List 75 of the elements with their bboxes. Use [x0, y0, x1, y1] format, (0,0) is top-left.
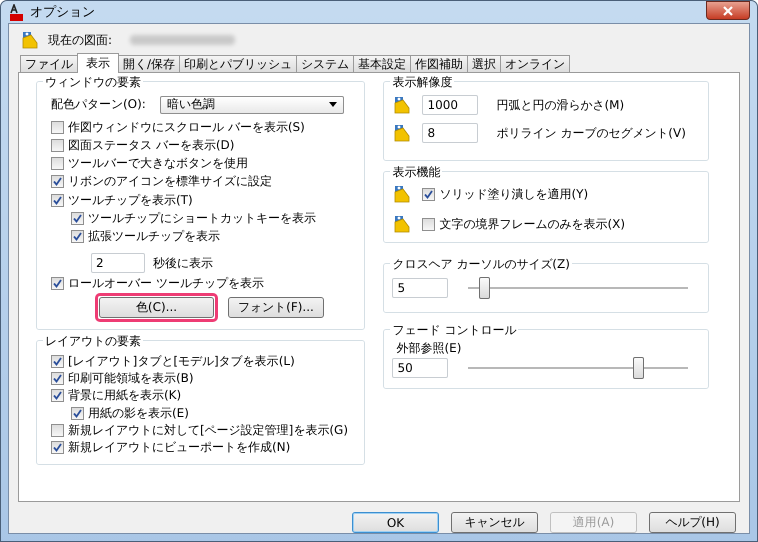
checkbox-label[interactable]: ツールチップにショートカットキーを表示	[88, 210, 316, 227]
number-field[interactable]: 8	[422, 123, 478, 143]
checkbox[interactable]	[51, 194, 64, 207]
dialog-button[interactable]: キャンセル	[451, 512, 538, 533]
number-field[interactable]: 50	[392, 358, 448, 378]
dialog-button[interactable]: フォント(F)...	[228, 296, 324, 318]
checkbox-label[interactable]: 新規レイアウトに対して[ページ設定管理]を表示(G)	[68, 422, 348, 439]
group-title: 表示機能	[390, 164, 442, 181]
drawing-setting-icon	[394, 215, 410, 233]
window-title: オプション	[30, 4, 95, 21]
checkbox[interactable]	[51, 372, 64, 386]
checkbox[interactable]	[51, 277, 64, 290]
field-label: ポリライン カーブのセグメント(V)	[496, 124, 686, 142]
tab[interactable]: 印刷とパブリッシュ	[179, 55, 298, 72]
checkbox[interactable]	[51, 175, 64, 188]
current-drawing-label: 現在の図面:	[48, 32, 112, 48]
checkbox[interactable]	[51, 440, 64, 454]
tab[interactable]: 基本設定	[353, 55, 412, 72]
field-label: 外部参照(E)	[395, 340, 462, 357]
tab[interactable]: 作図補助	[410, 55, 468, 72]
number-field[interactable]: 5	[392, 278, 448, 298]
slider-thumb[interactable]	[632, 356, 644, 378]
checkbox-label[interactable]: リボンのアイコンを標準サイズに設定	[68, 173, 272, 190]
checkbox-label[interactable]: ツールバーで大きなボタンを使用	[68, 155, 248, 172]
checkbox[interactable]	[71, 230, 84, 244]
checkbox[interactable]	[71, 212, 84, 225]
drawing-setting-icon	[394, 124, 410, 142]
group-title: レイアウトの要素	[43, 333, 143, 350]
checkbox[interactable]	[51, 120, 64, 134]
group-title: クロスヘア カーソルのサイズ(Z)	[390, 256, 572, 273]
tab[interactable]: 選択	[467, 55, 502, 72]
dialog-button[interactable]: OK	[352, 512, 439, 533]
tab[interactable]: システム	[296, 55, 354, 72]
tab[interactable]: オンライン	[500, 55, 570, 72]
color-scheme-dropdown[interactable]: 暗い色調	[160, 96, 344, 114]
group-title: 表示解像度	[390, 74, 454, 91]
checkbox-label[interactable]: 背景に用紙を表示(K)	[68, 387, 182, 404]
group-title: ウィンドウの要素	[43, 74, 143, 91]
close-icon	[722, 6, 734, 16]
number-field[interactable]: 2	[91, 253, 145, 274]
drawing-setting-icon	[22, 31, 38, 49]
dropdown-arrow-icon	[328, 102, 337, 108]
number-field[interactable]: 1000	[422, 95, 478, 115]
slider-thumb[interactable]	[478, 276, 490, 298]
checkbox[interactable]	[422, 218, 436, 230]
checkbox-label[interactable]: 文字の境界フレームのみを表示(X)	[439, 216, 626, 232]
checkbox-label[interactable]: 新規レイアウトにビューポートを作成(N)	[68, 438, 290, 456]
checkbox[interactable]	[51, 424, 64, 437]
checkbox-label[interactable]: [レイアウト]タブと[モデル]タブを表示(L)	[68, 353, 295, 370]
checkbox-label[interactable]: 作図ウィンドウにスクロール バーを表示(S)	[68, 118, 305, 136]
dialog-button[interactable]: ヘルプ(H)	[649, 512, 736, 533]
checkbox-label[interactable]: 拡張ツールチップを表示	[88, 228, 220, 246]
checkbox-label[interactable]: ツールチップを表示(T)	[68, 192, 193, 209]
app-logo-icon	[8, 4, 24, 20]
close-button[interactable]	[706, 1, 750, 20]
drawing-setting-icon	[394, 96, 410, 114]
drawing-setting-icon	[394, 185, 410, 203]
tab[interactable]: 開く/保存	[118, 55, 180, 72]
color-scheme-label: 配色パターン(O):	[51, 96, 146, 114]
checkbox-label[interactable]: ロールオーバー ツールチップを表示	[68, 275, 264, 292]
checkbox[interactable]	[51, 157, 64, 170]
checkbox-label[interactable]: ソリッド塗り潰しを適用(Y)	[439, 186, 588, 202]
tab[interactable]: ファイル	[20, 55, 78, 72]
checkbox[interactable]	[71, 406, 84, 420]
checkbox[interactable]	[51, 355, 64, 368]
checkbox[interactable]	[51, 138, 64, 152]
checkbox[interactable]	[422, 188, 436, 200]
dialog-button[interactable]: 色(C)...	[99, 296, 214, 318]
checkbox[interactable]	[51, 389, 64, 402]
checkbox-label[interactable]: 印刷可能領域を表示(B)	[68, 370, 194, 388]
field-suffix: 秒後に表示	[153, 254, 213, 272]
checkbox-label[interactable]: 図面ステータス バーを表示(D)	[68, 136, 234, 154]
checkbox-label[interactable]: 用紙の影を表示(E)	[88, 404, 189, 422]
field-label: 円弧と円の滑らかさ(M)	[496, 96, 624, 114]
tab[interactable]: 表示	[77, 53, 119, 73]
